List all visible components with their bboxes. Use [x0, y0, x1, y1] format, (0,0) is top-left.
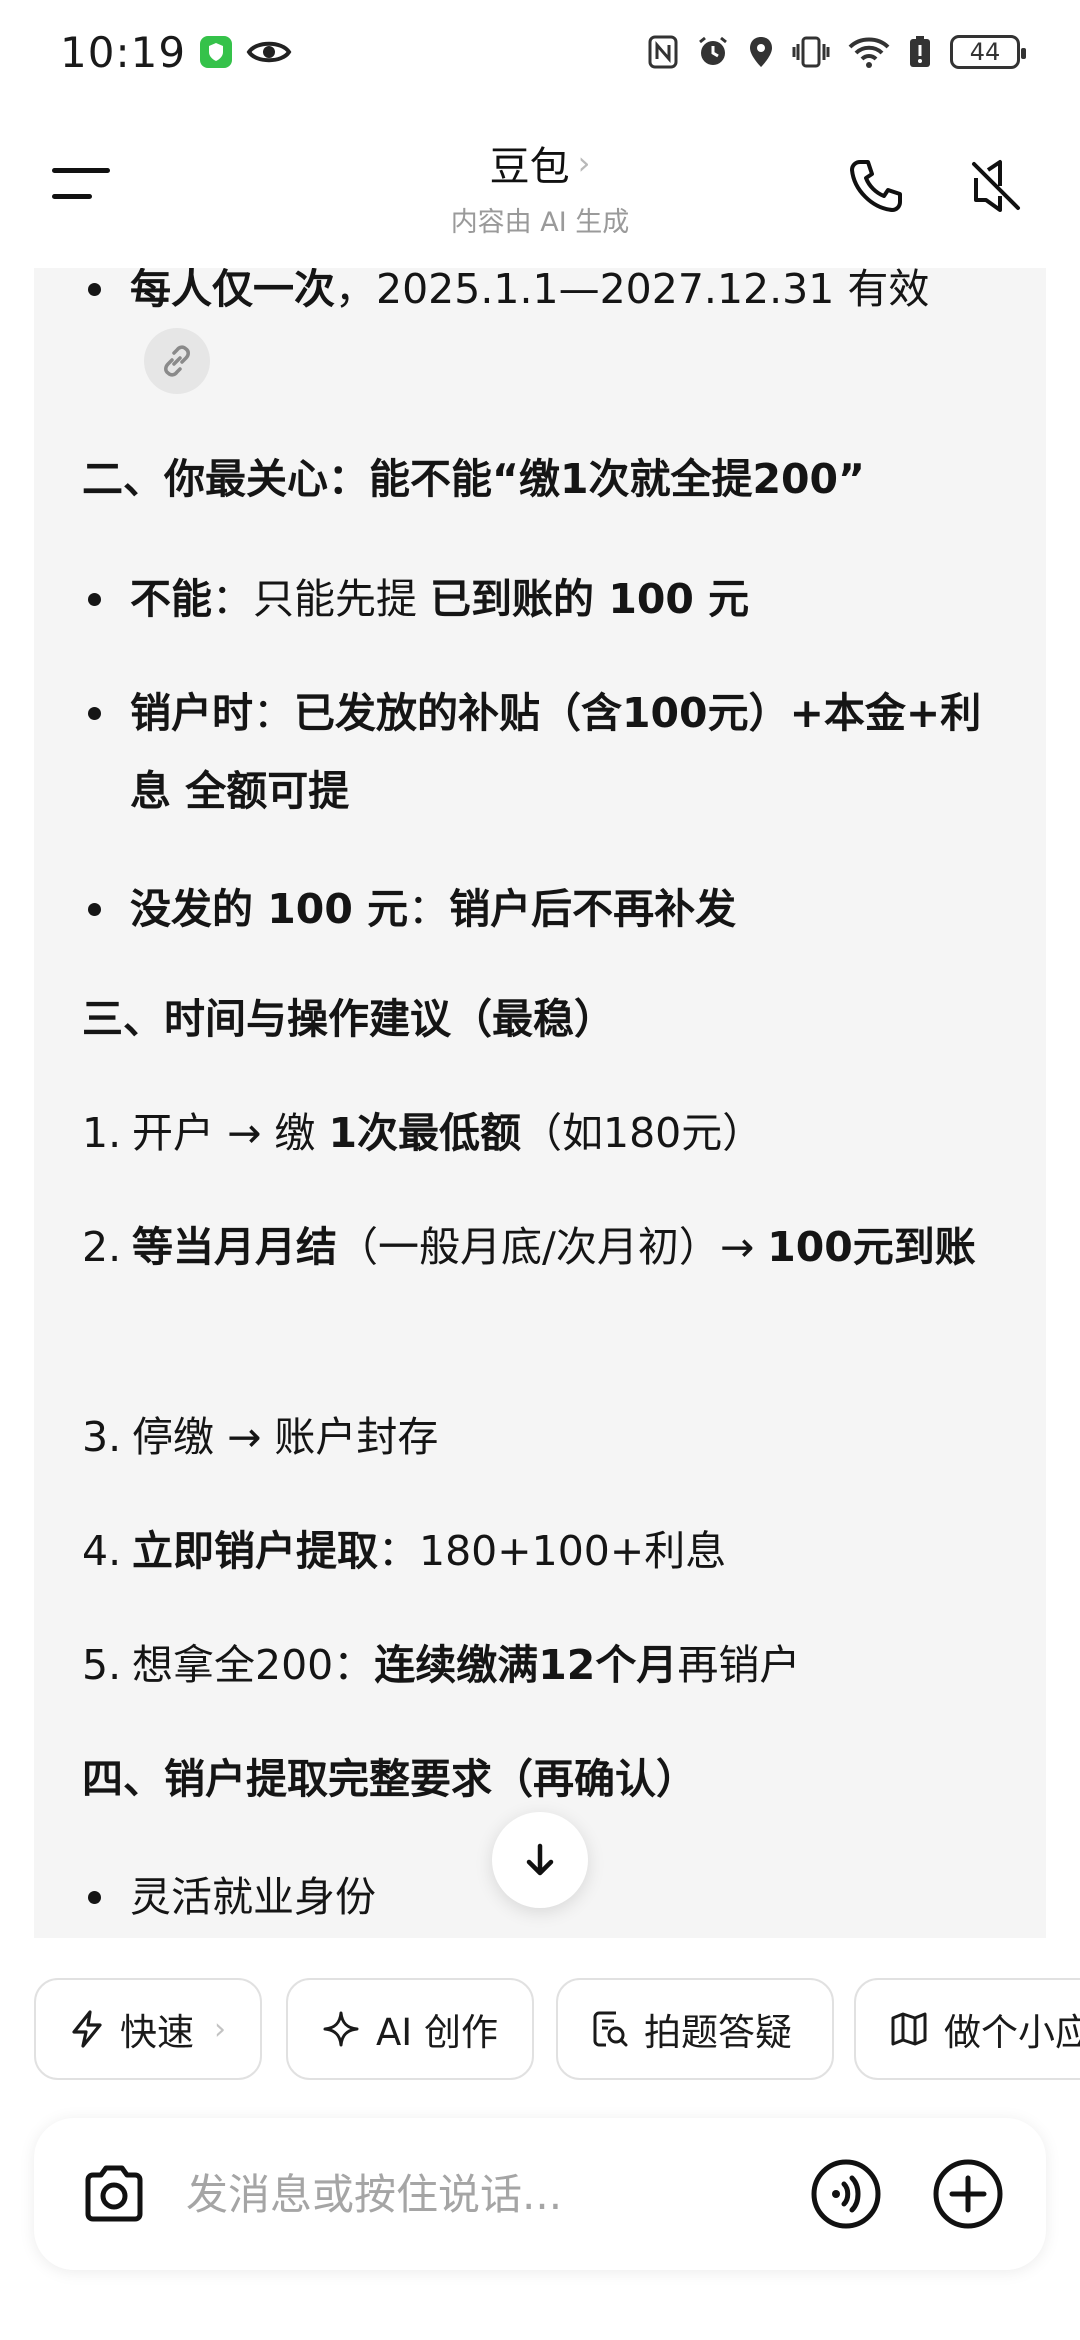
phone-call-button[interactable] — [846, 156, 906, 216]
item-number: 1. — [82, 1109, 122, 1157]
text: （一般月底/次月初）→ — [337, 1223, 768, 1271]
message-composer — [34, 2118, 1046, 2270]
quick-action-chips[interactable]: 快速 › AI 创作 拍题答疑 做个小应 — [34, 1978, 1080, 2082]
numbered-item: 3. 停缴 → 账户封存 — [34, 1398, 1046, 1476]
status-left: 10:19 — [60, 28, 292, 77]
location-icon — [748, 35, 774, 69]
text-bold: 1次最低额 — [328, 1109, 521, 1157]
item-number: 2. — [82, 1223, 122, 1271]
ai-disclaimer: 内容由 AI 生成 — [450, 207, 630, 238]
text-bold: 立即销户提取 — [132, 1527, 378, 1575]
status-time: 10:19 — [60, 27, 187, 77]
battery-level: 44 — [950, 35, 1026, 69]
item-number: 5. — [82, 1641, 122, 1689]
chip-photo-question[interactable]: 拍题答疑 — [556, 1978, 834, 2080]
chat-title-area[interactable]: 豆包 › 内容由 AI 生成 — [340, 134, 740, 239]
list-item: 销户时：已发放的补贴（含100元）+本金+利息 全额可提 — [34, 674, 1046, 830]
text-bold: 已到账的 100 元 — [430, 575, 750, 623]
chip-label: 拍题答疑 — [644, 2011, 792, 2054]
text-bold: 每人仅一次 — [130, 268, 335, 313]
chip-ai-create[interactable]: AI 创作 — [286, 1978, 534, 2080]
text: 停缴 → 账户封存 — [132, 1413, 439, 1461]
voice-call-button[interactable] — [810, 2158, 882, 2230]
item-number: 3. — [82, 1413, 122, 1461]
assistant-message: 每人仅一次，2025.1.1—2027.12.31 有效 二、你最关心：能不能“… — [34, 268, 1046, 1938]
alarm-icon — [696, 35, 730, 69]
text-bold: 销户时 — [130, 689, 253, 737]
text: ： — [408, 885, 450, 933]
section-heading: 三、时间与操作建议（最稳） — [82, 995, 615, 1043]
text: ：只能先提 — [212, 575, 431, 623]
numbered-item: 4. 立即销户提取：180+100+利息 — [34, 1512, 1046, 1590]
source-link-button[interactable] — [144, 328, 210, 394]
chat-screen: 10:19 44 豆包 › 内容由 AI 生成 每人仅一次，2025.1.1—2… — [0, 0, 1080, 2340]
camera-icon — [85, 2165, 143, 2222]
list-item: 不能：只能先提 已到账的 100 元 — [34, 560, 1046, 638]
list-item: 每人仅一次，2025.1.1—2027.12.31 有效 — [34, 268, 1046, 328]
sparkle-icon — [323, 2011, 359, 2047]
text-bold: 销户后不再补发 — [449, 885, 737, 933]
vibrate-icon — [792, 35, 830, 69]
menu-line-bottom — [52, 194, 92, 199]
chat-header: 豆包 › 内容由 AI 生成 — [0, 104, 1080, 272]
plus-circle-icon — [933, 2159, 1003, 2229]
text: 灵活就业身份 — [130, 1873, 376, 1921]
text-bold: 100元到账 — [767, 1223, 976, 1271]
numbered-item: 1. 开户 → 缴 1次最低额（如180元） — [34, 1094, 1046, 1172]
section-heading: 四、销户提取完整要求（再确认） — [82, 1755, 697, 1803]
map-icon — [891, 2012, 927, 2046]
phone-icon — [850, 160, 902, 212]
text-bold: 不能 — [130, 575, 212, 623]
title-row: 豆包 › — [340, 134, 740, 192]
menu-line-top — [52, 168, 110, 173]
text: 开户 → 缴 — [132, 1109, 329, 1157]
nfc-icon — [648, 35, 678, 69]
wifi-icon — [848, 35, 890, 69]
text-bold: 连续缴满12个月 — [374, 1641, 678, 1689]
item-number: 4. — [82, 1527, 122, 1575]
list-item: 没发的 100 元：销户后不再补发 — [34, 870, 1046, 948]
scroll-to-bottom-button[interactable] — [492, 1812, 588, 1908]
section-heading: 二、你最关心：能不能“缴1次就全提200” — [82, 455, 866, 503]
chevron-right-icon: › — [214, 2011, 226, 2047]
status-right: 44 — [648, 35, 1026, 69]
chip-make-app[interactable]: 做个小应 — [854, 1978, 1080, 2080]
chat-title: 豆包 — [489, 144, 570, 190]
shield-badge-icon — [200, 36, 233, 68]
text: ：180+100+利息 — [378, 1527, 727, 1575]
voice-waves-icon — [811, 2159, 881, 2229]
text-bold: 没发的 100 元 — [130, 885, 409, 933]
text: ： — [253, 689, 294, 737]
chip-label: 快速 — [120, 2011, 194, 2054]
chip-label: 做个小应 — [944, 2011, 1080, 2054]
arrow-down-icon — [526, 1843, 554, 1876]
photo-question-icon — [593, 2011, 628, 2047]
numbered-item: 2. 等当月月结（一般月底/次月初）→ 100元到账 — [34, 1208, 1046, 1286]
speaker-mute-button[interactable] — [966, 156, 1026, 216]
chip-fast-mode[interactable]: 快速 › — [34, 1978, 262, 2080]
status-bar: 10:19 44 — [0, 0, 1080, 104]
camera-button[interactable] — [78, 2158, 150, 2230]
text: （如180元） — [520, 1109, 764, 1157]
lightning-icon — [72, 2010, 102, 2048]
eye-icon — [246, 37, 292, 67]
text: ，2025.1.1—2027.12.31 有效 — [335, 268, 930, 313]
chip-label: AI 创作 — [376, 2011, 498, 2054]
text-bold: 等当月月结 — [132, 1223, 337, 1271]
add-attachment-button[interactable] — [932, 2158, 1004, 2230]
battery-alert-icon — [908, 35, 932, 69]
text: 想拿全200： — [132, 1641, 375, 1689]
speaker-off-icon — [972, 160, 1020, 212]
link-icon — [164, 345, 190, 377]
numbered-item: 5. 想拿全200：连续缴满12个月再销户 — [34, 1626, 1046, 1704]
title-chevron-icon: › — [577, 144, 591, 182]
text: 再销户 — [677, 1641, 801, 1689]
message-input[interactable] — [186, 2156, 776, 2232]
menu-button[interactable] — [52, 162, 114, 206]
